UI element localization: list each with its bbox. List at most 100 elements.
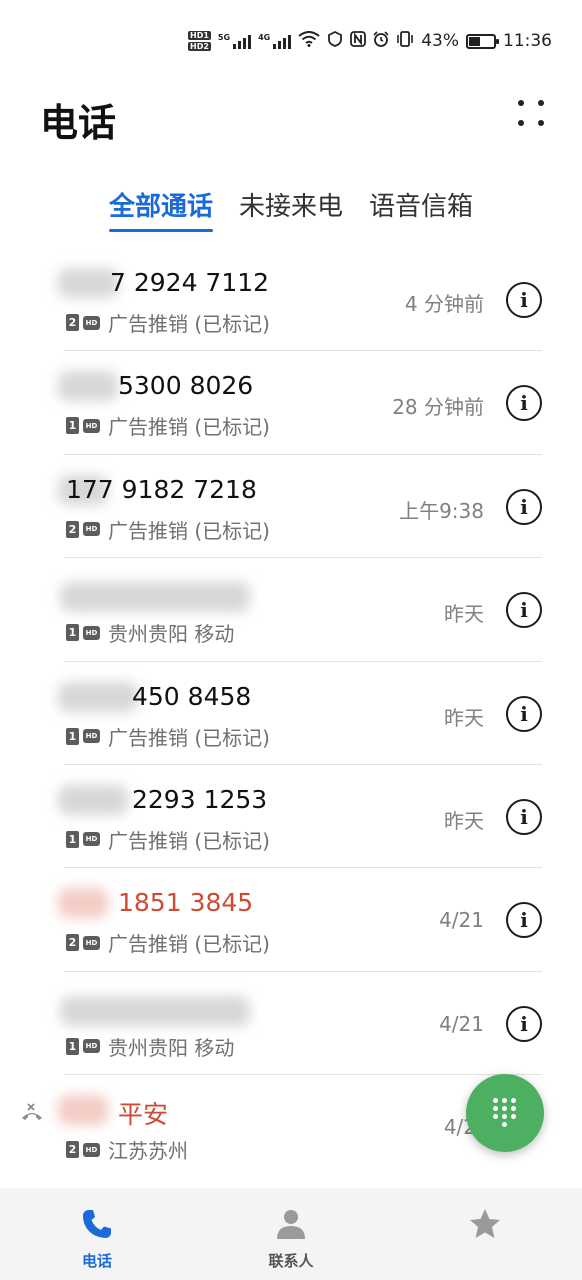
signal-4g-icon: 4G [258, 33, 292, 49]
call-info-button[interactable]: i [506, 695, 542, 732]
call-details: 2 HD 江苏苏州 [66, 1135, 188, 1164]
nav-phone[interactable]: 电话 [0, 1188, 194, 1280]
redacted-number-blur [60, 995, 250, 1026]
tab-all-calls[interactable]: 全部通话 [108, 186, 214, 232]
rejected-call-icon [20, 1103, 44, 1128]
nfc-icon [350, 31, 367, 51]
call-details: 1 HD 广告推销 (已标记) [66, 825, 270, 854]
call-time: 上午9:38 [399, 498, 484, 523]
hd-voice-icon: HD [83, 522, 100, 537]
call-info-button[interactable]: i [506, 902, 542, 939]
nav-contacts[interactable]: 联系人 [194, 1188, 388, 1280]
caller-number: 5300 8026 [118, 371, 254, 401]
more-options-button[interactable] [516, 98, 546, 128]
call-log-item[interactable]: 1 HD 贵州贵阳 移动 4/21 i [0, 972, 582, 1076]
info-icon: i [520, 598, 528, 623]
redacted-number-blur [60, 582, 250, 613]
call-time: 4/21 [439, 908, 484, 933]
status-bar: HD1 HD2 5G 4G 43% 11:36 [0, 0, 582, 84]
sim-card-icon: 1 [66, 624, 79, 642]
sim-card-icon: 1 [66, 727, 79, 745]
redacted-number-blur [58, 784, 128, 815]
hd-voice-icon: HD [83, 418, 100, 433]
vpn-icon [327, 30, 343, 51]
caller-label: 广告推销 (已标记) [108, 828, 270, 853]
call-log-item[interactable]: 7 2924 7112 2 HD 广告推销 (已标记) 4 分钟前 i [0, 248, 582, 352]
contacts-icon [277, 1210, 305, 1239]
call-details: 1 HD 广告推销 (已标记) [66, 722, 270, 751]
hd-voice-icon: HD [83, 625, 100, 640]
call-log-item[interactable]: 1 HD 贵州贵阳 移动 昨天 i [0, 558, 582, 662]
nav-favorites[interactable] [388, 1188, 582, 1280]
redacted-number-blur [58, 371, 118, 402]
dot [538, 100, 544, 106]
dialpad-icon [493, 1098, 517, 1128]
call-info-button[interactable]: i [506, 282, 542, 318]
nav-phone-label: 电话 [81, 1252, 112, 1270]
hd-voice-icon: HD [83, 729, 100, 744]
call-details: 2 HD 广告推销 (已标记) [66, 515, 270, 544]
hd1-badge: HD1 [188, 31, 211, 40]
call-info-button[interactable]: i [506, 1005, 542, 1042]
call-log-item[interactable]: 1851 3845 2 HD 广告推销 (已标记) 4/21 i [0, 868, 582, 973]
network-type-5g: 5G [217, 33, 231, 42]
phone-app-screen: HD1 HD2 5G 4G 43% 11:36 电话 全部通话 未接来电 语音信… [0, 0, 582, 1280]
phone-icon [83, 1210, 111, 1238]
sim-card-icon: 2 [66, 520, 79, 538]
redacted-number-blur [58, 268, 118, 298]
call-details: 1 HD 广告推销 (已标记) [66, 411, 270, 440]
call-log-item[interactable]: 5300 8026 1 HD 广告推销 (已标记) 28 分钟前 i [0, 351, 582, 456]
signal-5g-icon: 5G [217, 33, 252, 49]
call-info-button[interactable]: i [506, 592, 542, 629]
dot [538, 120, 544, 126]
caller-label: 广告推销 (已标记) [108, 518, 270, 543]
call-details: 1 HD 贵州贵阳 移动 [66, 1032, 234, 1061]
caller-label: 广告推销 (已标记) [108, 415, 270, 440]
call-info-button[interactable]: i [506, 798, 542, 835]
info-icon: i [520, 908, 528, 933]
redacted-number-blur [58, 888, 108, 919]
info-icon: i [520, 804, 528, 829]
tab-missed-calls[interactable]: 未接来电 [239, 186, 343, 232]
star-icon [470, 1209, 500, 1238]
sim-card-icon: 2 [66, 934, 79, 952]
battery-icon [466, 33, 499, 49]
hd-voice-icon: HD [83, 832, 100, 847]
info-icon: i [520, 391, 528, 416]
hd-voice-icon: HD [83, 935, 100, 950]
caller-label: 广告推销 (已标记) [108, 932, 270, 957]
redacted-name-blur [58, 1095, 108, 1126]
dialpad-button[interactable] [466, 1074, 544, 1152]
call-log-item[interactable]: 177 9182 7218 2 HD 广告推销 (已标记) 上午9:38 i [0, 455, 582, 559]
battery-level-fill [469, 36, 480, 46]
dot [518, 120, 524, 126]
call-time: 4 分钟前 [404, 292, 484, 316]
nav-contacts-label: 联系人 [268, 1252, 314, 1270]
call-log-item[interactable]: 2293 1253 1 HD 广告推销 (已标记) 昨天 i [0, 765, 582, 869]
call-details: 2 HD 广告推销 (已标记) [66, 928, 270, 957]
caller-number: 450 8458 [132, 681, 252, 711]
call-time: 昨天 [444, 602, 484, 627]
sim-card-icon: 1 [66, 417, 79, 435]
call-log-list: 7 2924 7112 2 HD 广告推销 (已标记) 4 分钟前 i 5300… [0, 248, 582, 1179]
status-icons: HD1 HD2 5G 4G 43% 11:36 [188, 30, 552, 52]
bottom-navigation: 电话 联系人 [0, 1188, 582, 1280]
sim-card-icon: 1 [66, 830, 79, 848]
network-type-4g: 4G [258, 33, 271, 42]
battery-percent: 43% [421, 31, 459, 51]
hd2-badge: HD2 [188, 42, 211, 51]
call-log-item[interactable]: 450 8458 1 HD 广告推销 (已标记) 昨天 i [0, 662, 582, 766]
info-icon: i [520, 494, 528, 519]
alarm-icon [373, 31, 389, 51]
call-info-button[interactable]: i [506, 385, 542, 422]
page-title: 电话 [40, 101, 117, 145]
info-icon: i [520, 288, 528, 312]
call-info-button[interactable]: i [506, 488, 542, 525]
call-filter-tabs: 全部通话 未接来电 语音信箱 [0, 186, 582, 232]
tab-voicemail[interactable]: 语音信箱 [369, 186, 473, 232]
call-time: 昨天 [444, 705, 484, 730]
caller-number: 1851 3845 [118, 888, 254, 918]
hd-voice-icon: HD [83, 1039, 100, 1054]
caller-location: 贵州贵阳 移动 [108, 1035, 235, 1060]
caller-number: 2293 1253 [132, 784, 268, 814]
